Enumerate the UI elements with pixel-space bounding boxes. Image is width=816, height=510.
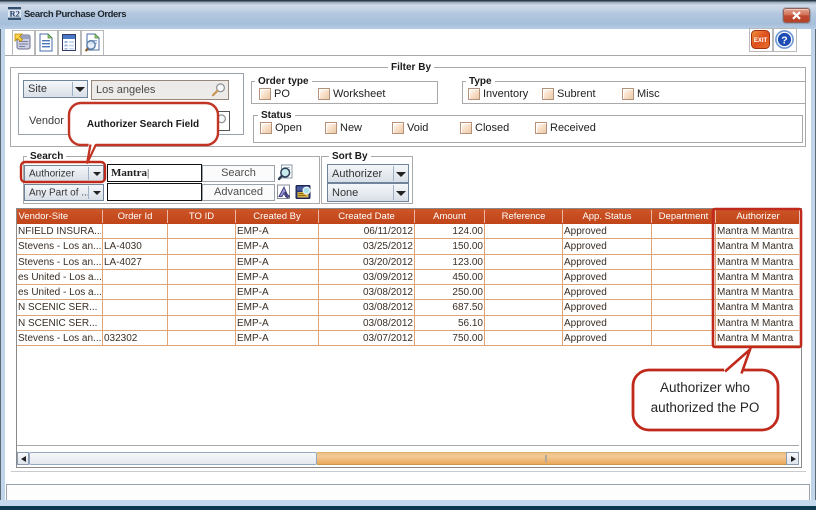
svg-text:Authorizer who: Authorizer who xyxy=(660,380,750,395)
svg-text:authorized the PO: authorized the PO xyxy=(651,400,760,415)
svg-text:Authorizer Search Field: Authorizer Search Field xyxy=(87,119,199,130)
